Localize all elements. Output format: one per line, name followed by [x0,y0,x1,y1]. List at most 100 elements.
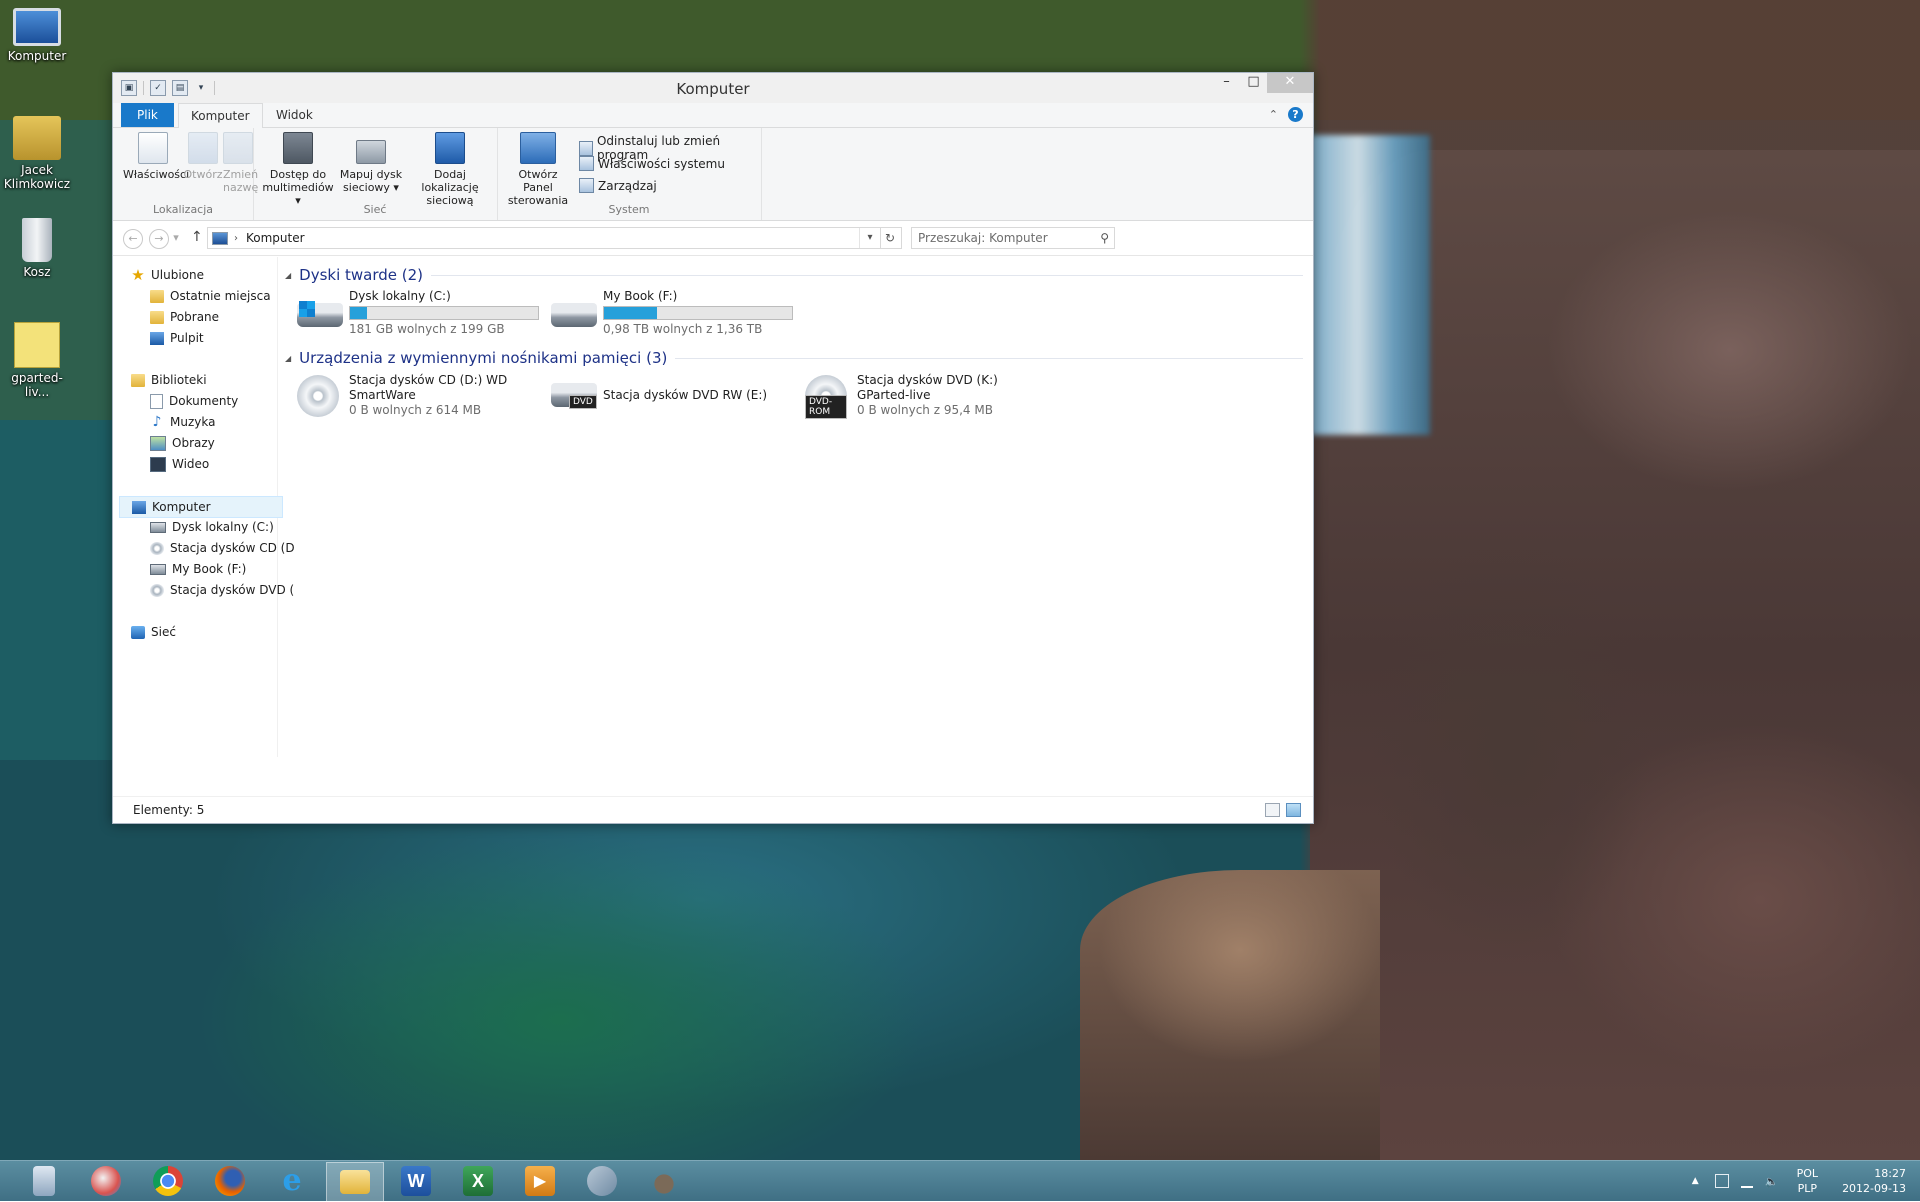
collapse-group-icon[interactable]: ◢ [285,271,291,280]
nav-drive-f[interactable]: My Book (F:) [150,559,246,579]
status-bar: Elementy: 5 [113,796,1313,823]
group-header-removable[interactable]: ◢ Urządzenia z wymiennymi nośnikami pami… [285,348,1303,368]
videos-icon [150,456,166,472]
network-icon [131,625,145,639]
help-icon[interactable]: ? [1288,107,1303,122]
tiles-view-icon[interactable] [1286,803,1301,817]
drive-tile-dvd-k[interactable]: DVD-ROM Stacja dysków DVD (K:) GParted-l… [805,373,1055,421]
open-button[interactable]: Otwórz [183,132,223,181]
up-button[interactable]: ↑ [191,229,203,245]
system-properties-icon [579,156,594,171]
nav-downloads[interactable]: Pobrane [150,307,219,327]
nav-music[interactable]: ♪ Muzyka [150,412,216,432]
address-history-dropdown[interactable]: ▾ [859,228,880,248]
manage-label: Zarządzaj [598,178,657,193]
taskbar-paint[interactable] [78,1162,134,1200]
desktop-icon-label: Komputer [7,49,67,63]
nav-documents[interactable]: Dokumenty [150,391,238,411]
maximize-button[interactable]: □ [1240,73,1267,93]
search-input[interactable]: Przeszukaj: Komputer ⚲ [911,227,1115,249]
taskbar-gimp[interactable] [636,1162,692,1200]
drive-name: Stacja dysków CD (D:) WD [349,373,508,387]
nav-pictures[interactable]: Obrazy [150,433,215,453]
gimp-icon [649,1166,679,1196]
collapse-ribbon-icon[interactable]: ⌃ [1269,108,1278,121]
nav-drive-cd[interactable]: Stacja dysków CD (D [150,538,295,558]
taskbar-internet-explorer[interactable]: e [264,1162,320,1200]
taskbar-tool[interactable] [574,1162,630,1200]
nav-favorites[interactable]: ★ Ulubione [131,265,204,285]
group-label: System [608,203,650,216]
taskbar-calculator[interactable] [16,1162,72,1200]
drive-tile-dvd-e[interactable]: DVD Stacja dysków DVD RW (E:) [551,373,801,421]
group-header-label: Dyski twarde (2) [299,266,424,284]
taskbar-chrome[interactable] [140,1162,196,1200]
tab-computer[interactable]: Komputer [178,103,263,129]
drive-name: My Book (F:) [603,289,678,303]
dvd-rw-drive-icon: DVD [551,383,597,409]
minimize-button[interactable]: – [1213,73,1240,93]
title-bar[interactable]: ▣ ✓ ▤ ▾ Komputer – □ ✕ [113,73,1313,103]
taskbar-firefox[interactable] [202,1162,258,1200]
nav-libraries[interactable]: Biblioteki [131,370,207,390]
nav-label: Dysk lokalny (C:) [172,520,274,534]
nav-label: Biblioteki [151,373,207,387]
map-drive-button[interactable]: Mapuj dysk sieciowy ▾ [337,132,405,194]
desktop-icon-user-folder[interactable]: Jacek Klimkowicz [0,116,74,191]
nav-drive-dvd[interactable]: Stacja dysków DVD ( [150,580,294,600]
address-bar-row: ← → ▾ ↑ › Komputer ▾ ↻ Przeszukaj: Kompu… [113,221,1313,256]
action-center-icon[interactable] [1714,1174,1729,1188]
volume-icon[interactable]: 🔈 [1765,1175,1779,1188]
close-button[interactable]: ✕ [1267,73,1313,93]
tab-file[interactable]: Plik [121,103,174,127]
drive-tile-cd-d[interactable]: Stacja dysków CD (D:) WD SmartWare 0 B w… [297,373,547,421]
drive-name: Stacja dysków DVD (K:) [857,373,998,387]
nav-computer[interactable]: Komputer [119,496,283,518]
collapse-group-icon[interactable]: ◢ [285,354,291,363]
programs-icon [579,140,593,156]
manage-button[interactable]: Zarządzaj [579,178,657,193]
media-access-button[interactable]: Dostęp do multimediów ▾ [259,132,337,207]
system-properties-button[interactable]: Właściwości systemu [579,156,725,171]
external-drive-icon [150,563,166,575]
language-indicator[interactable]: POL PLP [1797,1166,1818,1196]
taskbar-file-explorer[interactable] [326,1162,384,1202]
nav-label: Ulubione [151,268,205,282]
properties-button[interactable]: Właściwości [123,132,189,181]
drive-tile-f[interactable]: My Book (F:) 0,98 TB wolnych z 1,36 TB [551,289,801,337]
nav-label: Pobrane [170,310,220,324]
details-view-icon[interactable] [1265,803,1280,817]
desktop-icon-gparted[interactable]: gparted-liv... [0,322,74,399]
ribbon-group-location: Właściwości Otwórz Zmień nazwę Lokalizac… [113,128,258,220]
drive-tile-c[interactable]: Dysk lokalny (C:) 181 GB wolnych z 199 G… [297,289,547,337]
taskbar-media-player[interactable]: ▶ [512,1162,568,1200]
taskbar-word[interactable]: W [388,1162,444,1200]
drive-free-space: 0 B wolnych z 614 MB [349,403,482,417]
clock[interactable]: 18:27 2012-09-13 [1842,1166,1906,1196]
add-network-location-button[interactable]: Dodaj lokalizację sieciową [405,132,495,207]
nav-recent-places[interactable]: Ostatnie miejsca [150,286,271,306]
show-hidden-icons-icon[interactable]: ▲ [1692,1176,1699,1186]
nav-drive-c[interactable]: Dysk lokalny (C:) [150,517,274,537]
taskbar-excel[interactable]: X [450,1162,506,1200]
map-drive-label-2: sieciowy [343,181,390,194]
desktop-icon-recycle-bin[interactable]: Kosz [0,218,74,279]
refresh-button[interactable]: ↻ [879,227,902,249]
breadcrumb-computer[interactable]: Komputer [246,231,305,245]
tab-view[interactable]: Widok [264,103,325,127]
address-bar[interactable]: › Komputer ▾ [207,227,881,249]
nav-network[interactable]: Sieć [131,622,176,642]
rename-button[interactable]: Zmień nazwę [223,132,258,194]
network-signal-icon[interactable] [1740,1174,1753,1188]
group-header-hard-drives[interactable]: ◢ Dyski twarde (2) [285,265,1303,285]
cd-drive-icon [297,375,339,417]
nav-desktop[interactable]: Pulpit [150,328,204,348]
search-icon[interactable]: ⚲ [1100,228,1109,248]
nav-videos[interactable]: Wideo [150,454,209,474]
forward-button[interactable]: → [149,229,169,249]
back-button[interactable]: ← [123,229,143,249]
desktop-icon-computer[interactable]: Komputer [0,8,74,63]
recent-locations-dropdown[interactable]: ▾ [171,229,181,247]
breadcrumb-separator-icon[interactable]: › [234,233,238,244]
open-control-panel-button[interactable]: Otwórz Panel sterowania [503,132,573,207]
